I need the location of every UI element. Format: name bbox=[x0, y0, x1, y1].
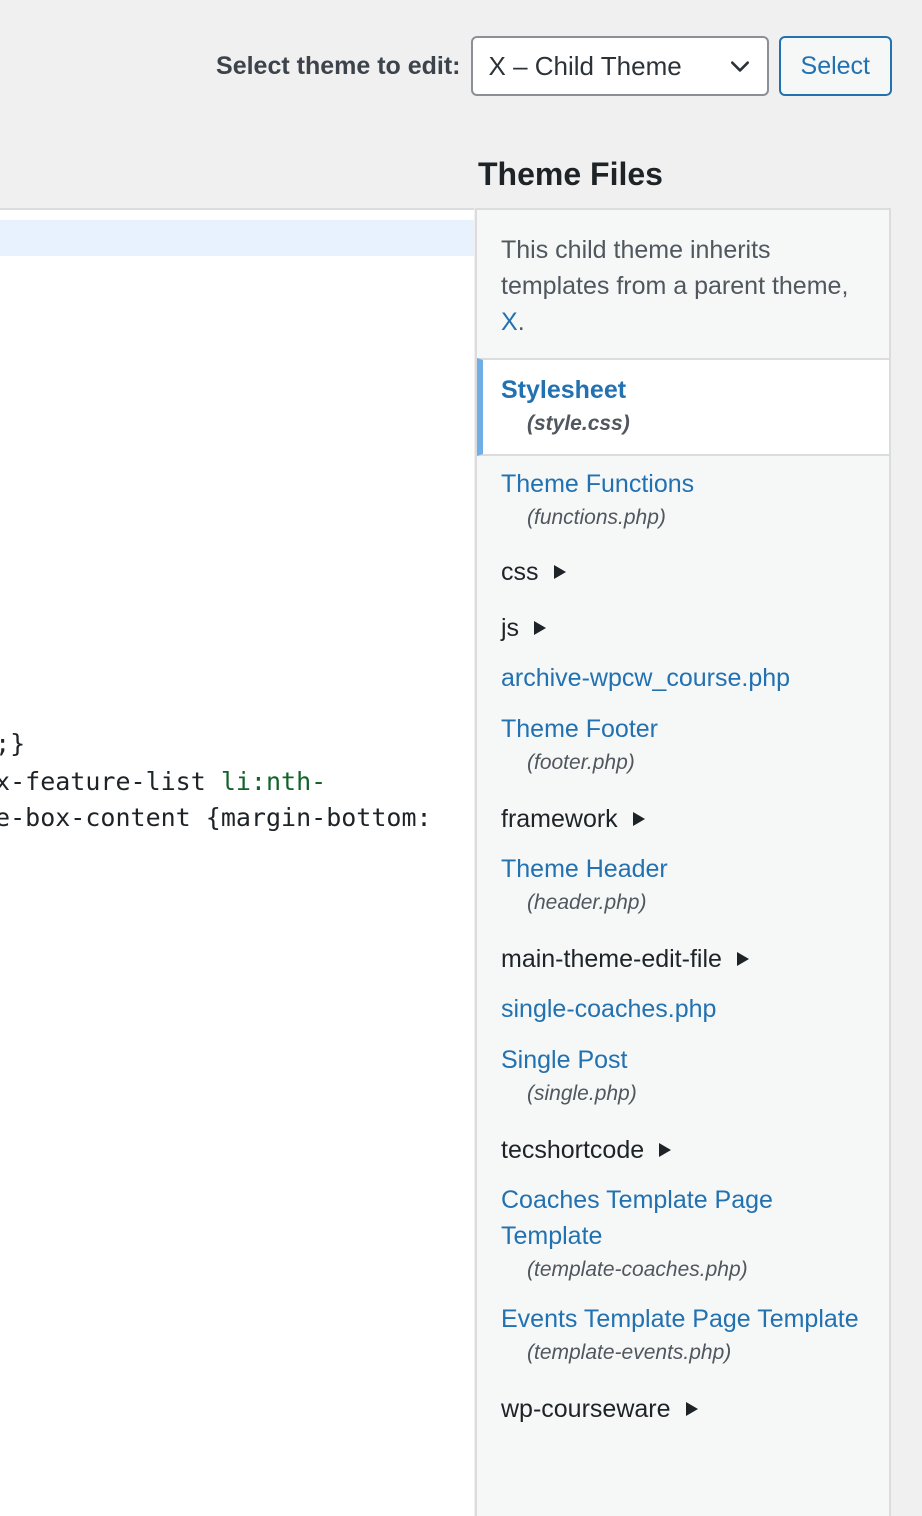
file-item-events-template[interactable]: Events Template Page Template (template-… bbox=[477, 1301, 889, 1369]
file-item-single-coaches[interactable]: single-coaches.php bbox=[477, 991, 889, 1027]
code-line: 0;} bbox=[0, 729, 26, 758]
file-item-stylesheet[interactable]: Stylesheet (style.css) bbox=[477, 358, 889, 456]
file-item-archive-wpcw-course[interactable]: archive-wpcw_course.php bbox=[477, 660, 889, 696]
code-editor[interactable]: 0;} .x-feature-list li:nth- re-box-conte… bbox=[0, 208, 474, 1516]
select-button[interactable]: Select bbox=[778, 36, 892, 96]
folder-framework[interactable]: framework bbox=[477, 801, 889, 837]
folder-wp-courseware[interactable]: wp-courseware bbox=[477, 1391, 889, 1427]
theme-files-sidebar: This child theme inherits templates from… bbox=[475, 208, 891, 1516]
caret-right-icon bbox=[632, 812, 645, 826]
file-item-theme-footer[interactable]: Theme Footer (footer.php) bbox=[477, 711, 889, 779]
caret-right-icon bbox=[736, 952, 749, 966]
folder-tecshortcode[interactable]: tecshortcode bbox=[477, 1132, 889, 1168]
active-line-highlight bbox=[0, 220, 474, 256]
select-theme-label: Select theme to edit: bbox=[216, 51, 461, 80]
code-line: re-box-content {margin-bottom: bbox=[0, 803, 432, 832]
theme-files-heading: Theme Files bbox=[478, 156, 663, 192]
file-item-single-post[interactable]: Single Post (single.php) bbox=[477, 1042, 889, 1110]
parent-theme-link[interactable]: X bbox=[501, 308, 518, 336]
folder-css[interactable]: css bbox=[477, 554, 889, 590]
file-item-theme-header[interactable]: Theme Header (header.php) bbox=[477, 851, 889, 919]
code-line: .x-feature-list li:nth- bbox=[0, 767, 327, 796]
theme-selector-bar: Select theme to edit: X – Child Theme Se… bbox=[216, 36, 892, 96]
child-theme-note: This child theme inherits templates from… bbox=[501, 236, 849, 336]
caret-right-icon bbox=[534, 621, 547, 635]
folder-main-theme-edit-file[interactable]: main-theme-edit-file bbox=[477, 941, 889, 977]
caret-right-icon bbox=[685, 1402, 698, 1416]
caret-right-icon bbox=[553, 565, 566, 579]
caret-right-icon bbox=[659, 1143, 672, 1157]
chevron-down-icon bbox=[730, 61, 749, 72]
theme-select-value: X – Child Theme bbox=[488, 50, 682, 81]
file-item-theme-functions[interactable]: Theme Functions (functions.php) bbox=[477, 466, 889, 534]
file-item-coaches-template[interactable]: Coaches Template Page Template (template… bbox=[477, 1182, 889, 1286]
folder-js[interactable]: js bbox=[477, 610, 889, 646]
theme-select-dropdown[interactable]: X – Child Theme bbox=[470, 36, 769, 96]
